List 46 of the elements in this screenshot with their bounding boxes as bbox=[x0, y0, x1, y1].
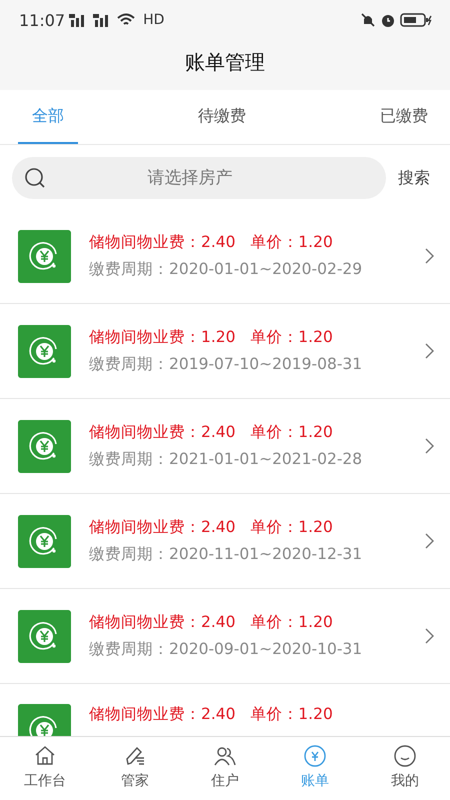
bill-icon bbox=[18, 420, 71, 472]
bill-icon bbox=[18, 514, 71, 568]
nav-item[interactable]: 管家 bbox=[90, 737, 180, 799]
bill-period: 缴费周期：2019-07-10~2019-08-31 bbox=[89, 354, 364, 375]
bill-amount: 储物间物业费：2.40 单价：1.20 bbox=[89, 517, 334, 538]
smiley-icon bbox=[393, 744, 417, 768]
alarm-icon bbox=[380, 12, 396, 28]
bill-amount: 储物间物业费：2.40 单价：1.20 bbox=[89, 232, 334, 253]
chevron-icon bbox=[425, 248, 434, 264]
mute-icon bbox=[360, 12, 376, 28]
battery-icon bbox=[400, 13, 432, 27]
search-icon bbox=[24, 167, 46, 189]
status-time: 11:07 bbox=[19, 10, 66, 30]
network-label: HD bbox=[143, 12, 164, 28]
tab[interactable]: 全部 bbox=[18, 90, 78, 144]
bill-item[interactable]: 储物间物业费：1.20 单价：1.20 缴费周期：2019-07-10~2019-08-31 bbox=[0, 304, 450, 399]
nav-item[interactable]: 账单 bbox=[270, 737, 360, 799]
tab[interactable]: 已缴费 bbox=[366, 90, 428, 144]
bill-item[interactable]: 储物间物业费：2.40 单价：1.20 缴费周期：2021-01-01~2021-02-28 bbox=[0, 399, 450, 494]
nav-item[interactable]: 我的 bbox=[360, 737, 450, 799]
chevron-icon bbox=[425, 533, 434, 549]
bill-icon bbox=[18, 230, 71, 282]
chevron-icon bbox=[425, 343, 434, 359]
page-title: 账单管理 bbox=[184, 48, 266, 76]
bill-amount: 储物间物业费：1.20 单价：1.20 bbox=[89, 327, 334, 348]
bill-amount: 储物间物业费：2.40 单价：1.20 bbox=[89, 422, 334, 443]
chevron-icon bbox=[425, 628, 434, 644]
bill-period: 缴费周期：2020-09-01~2020-10-31 bbox=[89, 639, 364, 660]
bill-amount: 储物间物业费：2.40 单价：1.20 bbox=[89, 704, 334, 725]
bill-period: 缴费周期：2020-01-01~2020-02-29 bbox=[89, 259, 364, 280]
bill-icon bbox=[18, 324, 71, 378]
nav-item[interactable]: 工作台 bbox=[0, 737, 90, 799]
search-button[interactable]: 搜索 bbox=[398, 168, 430, 188]
bill-item[interactable]: 储物间物业费：2.40 单价：1.20 缴费周期：2020-09-01~2020-10-31 bbox=[0, 589, 450, 684]
yen-icon bbox=[303, 744, 327, 768]
search-field[interactable]: 请选择房产 bbox=[12, 157, 386, 199]
bill-icon bbox=[18, 610, 71, 662]
bill-item[interactable]: 储物间物业费：2.40 单价：1.20 缴费周期：2020-01-01~2020-02-29 bbox=[0, 209, 450, 304]
tab[interactable]: 待缴费 bbox=[184, 90, 260, 144]
chevron-icon bbox=[425, 438, 434, 454]
bill-period: 缴费周期：2020-11-01~2020-12-31 bbox=[89, 544, 364, 565]
bill-item[interactable]: 储物间物业费：2.40 单价：1.20 缴费周期：2020-11-01~2020-12-31 bbox=[0, 494, 450, 589]
bill-period: 缴费周期：2021-01-01~2021-02-28 bbox=[89, 449, 364, 470]
wifi-icon bbox=[117, 13, 136, 27]
bill-amount: 储物间物业费：2.40 单价：1.20 bbox=[89, 612, 334, 633]
nav-item[interactable]: 住户 bbox=[180, 737, 270, 799]
